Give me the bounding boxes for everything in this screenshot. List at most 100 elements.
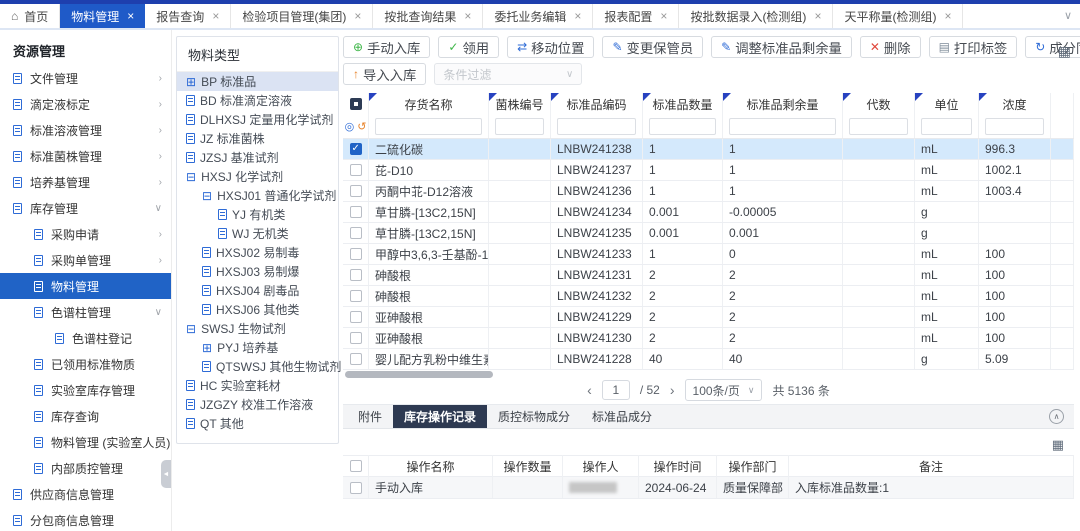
tab-0[interactable]: ⌂首页: [0, 4, 60, 28]
close-icon[interactable]: ×: [944, 9, 951, 23]
sidebar-item-16[interactable]: 供应商信息管理: [0, 481, 171, 507]
tree-plus-icon[interactable]: ⊞: [186, 76, 196, 88]
tab-6[interactable]: 报表配置×: [593, 4, 679, 28]
sidebar-item-1[interactable]: 滴定液标定›: [0, 91, 171, 117]
table-row-10[interactable]: 婴儿配方乳粉中维生素B1、...LNBW2412284040g5.09: [343, 349, 1074, 370]
column-header-4[interactable]: 标准品剩余量: [723, 93, 843, 115]
sidebar-item-15[interactable]: 内部质控管理: [0, 455, 171, 481]
sidebar-item-6[interactable]: 采购申请›: [0, 221, 171, 247]
tree-node-18[interactable]: QT 其他: [177, 414, 338, 433]
sidebar-item-12[interactable]: 实验室库存管理: [0, 377, 171, 403]
tab-5[interactable]: 委托业务编辑×: [483, 4, 593, 28]
horizontal-scrollbar-thumb[interactable]: [345, 371, 493, 378]
sidebar-item-17[interactable]: 分包商信息管理: [0, 507, 171, 531]
sidebar-collapse-handle[interactable]: ◄: [161, 460, 171, 488]
column-header-0[interactable]: 存货名称: [369, 93, 489, 115]
filter-input-6[interactable]: [921, 118, 972, 135]
table-row-8[interactable]: 亚砷酸根LNBW24122922mL100: [343, 307, 1074, 328]
filter-input-3[interactable]: [649, 118, 716, 135]
sidebar-item-8[interactable]: 物料管理: [0, 273, 171, 299]
table-row-1[interactable]: 芘-D10LNBW24123711mL1002.1: [343, 160, 1074, 181]
tree-node-5[interactable]: ⊟HXSJ 化学试剂: [177, 167, 338, 186]
tree-node-15[interactable]: QTSWSJ 其他生物试剂: [177, 357, 338, 376]
row-checkbox[interactable]: [350, 227, 362, 239]
toolbar-button-4-edit-icon[interactable]: ✎调整标准品剩余量: [711, 36, 852, 58]
tree-node-14[interactable]: ⊞PYJ 培养基: [177, 338, 338, 357]
tree-node-3[interactable]: JZ 标准菌株: [177, 129, 338, 148]
detail-tab-0[interactable]: 附件: [347, 405, 393, 428]
toolbar-button-0-plus-icon[interactable]: ⊕手动入库: [343, 36, 430, 58]
detail-column-settings-icon[interactable]: ▦: [1052, 437, 1064, 453]
table-row-2[interactable]: 丙酮中苝-D12溶液LNBW24123611mL1003.4: [343, 181, 1074, 202]
tree-node-2[interactable]: DLHXSJ 定量用化学试剂: [177, 110, 338, 129]
detail-tab-1[interactable]: 库存操作记录: [393, 405, 487, 428]
select-all-checkbox[interactable]: [350, 98, 362, 110]
tab-7[interactable]: 按批数据录入(检测组)×: [679, 4, 833, 28]
sidebar-item-10[interactable]: 色谱柱登记: [0, 325, 171, 351]
column-header-1[interactable]: 菌株编号: [489, 93, 551, 115]
close-icon[interactable]: ×: [354, 9, 361, 23]
sidebar-item-11[interactable]: 已领用标准物质: [0, 351, 171, 377]
toolbar-button-6-printer-icon[interactable]: ▤打印标签: [929, 36, 1018, 58]
tree-node-1[interactable]: BD 标准滴定溶液: [177, 91, 338, 110]
column-header-5[interactable]: 代数: [843, 93, 915, 115]
tree-node-6[interactable]: ⊟HXSJ01 普通化学试剂: [177, 186, 338, 205]
tree-node-16[interactable]: HC 实验室耗材: [177, 376, 338, 395]
tree-minus-icon[interactable]: ⊟: [202, 190, 212, 202]
tree-plus-icon[interactable]: ⊞: [202, 342, 212, 354]
column-header-7[interactable]: 浓度: [979, 93, 1051, 115]
close-icon[interactable]: ×: [127, 9, 134, 23]
toolbar-button-0-upload-icon[interactable]: ↑导入入库: [343, 63, 426, 85]
filter-input-0[interactable]: [375, 118, 482, 135]
sidebar-item-13[interactable]: 库存查询: [0, 403, 171, 429]
tab-8[interactable]: 天平称量(检测组)×: [833, 4, 963, 28]
detail-tab-2[interactable]: 质控标物成分: [487, 405, 581, 428]
filter-input-1[interactable]: [495, 118, 544, 135]
row-checkbox[interactable]: [350, 164, 362, 176]
tree-node-12[interactable]: HXSJ06 其他类: [177, 300, 338, 319]
tab-3[interactable]: 检验项目管理(集团)×: [231, 4, 373, 28]
toolbar-button-3-edit-icon[interactable]: ✎变更保管员: [602, 36, 703, 58]
close-icon[interactable]: ×: [212, 9, 219, 23]
page-size-select[interactable]: 100条/页 ∨: [685, 379, 763, 401]
row-checkbox[interactable]: [350, 185, 362, 197]
table-row-6[interactable]: 砷酸根LNBW24123122mL100: [343, 265, 1074, 286]
row-checkbox[interactable]: [350, 143, 362, 155]
tree-minus-icon[interactable]: ⊟: [186, 171, 196, 183]
tree-node-0[interactable]: ⊞BP 标准品: [177, 72, 338, 91]
sidebar-item-0[interactable]: 文件管理›: [0, 65, 171, 91]
tab-overflow-chevron-down-icon[interactable]: ∨: [1064, 9, 1072, 22]
row-checkbox[interactable]: [350, 332, 362, 344]
tree-node-10[interactable]: HXSJ03 易制爆: [177, 262, 338, 281]
tree-node-4[interactable]: JZSJ 基准试剂: [177, 148, 338, 167]
close-icon[interactable]: ×: [660, 9, 667, 23]
current-page-input[interactable]: 1: [602, 380, 630, 400]
column-header-6[interactable]: 单位: [915, 93, 979, 115]
row-checkbox[interactable]: [350, 353, 362, 365]
record-select-all-checkbox[interactable]: [350, 460, 362, 472]
record-row-0[interactable]: 手动入库2024-06-24质量保障部入库标准品数量:1: [343, 477, 1074, 499]
tree-node-13[interactable]: ⊟SWSJ 生物试剂: [177, 319, 338, 338]
filter-input-2[interactable]: [557, 118, 636, 135]
row-checkbox[interactable]: [350, 290, 362, 302]
toolbar-button-2-move-icon[interactable]: ⇄移动位置: [507, 36, 594, 58]
tree-node-11[interactable]: HXSJ04 剧毒品: [177, 281, 338, 300]
tree-node-9[interactable]: HXSJ02 易制毒: [177, 243, 338, 262]
column-settings-icon[interactable]: ▦: [1058, 43, 1071, 60]
tree-node-7[interactable]: YJ 有机类: [177, 205, 338, 224]
link-icon[interactable]: ◎: [345, 120, 355, 133]
sidebar-item-2[interactable]: 标准溶液管理›: [0, 117, 171, 143]
close-icon[interactable]: ×: [814, 9, 821, 23]
tree-node-8[interactable]: WJ 无机类: [177, 224, 338, 243]
tab-2[interactable]: 报告查询×: [145, 4, 231, 28]
table-row-7[interactable]: 砷酸根LNBW24123222mL100: [343, 286, 1074, 307]
table-row-3[interactable]: 草甘膦-[13C2,15N]LNBW2412340.001-0.00005g: [343, 202, 1074, 223]
tab-1[interactable]: 物料管理×: [60, 4, 145, 28]
record-checkbox[interactable]: [350, 482, 362, 494]
table-row-9[interactable]: 亚砷酸根LNBW24123022mL100: [343, 328, 1074, 349]
column-header-3[interactable]: 标准品数量: [643, 93, 723, 115]
toolbar-button-1-check-icon[interactable]: ✓领用: [438, 36, 499, 58]
panel-collapse-icon[interactable]: ∧: [1049, 409, 1064, 424]
filter-input-4[interactable]: [729, 118, 836, 135]
row-checkbox[interactable]: [350, 206, 362, 218]
